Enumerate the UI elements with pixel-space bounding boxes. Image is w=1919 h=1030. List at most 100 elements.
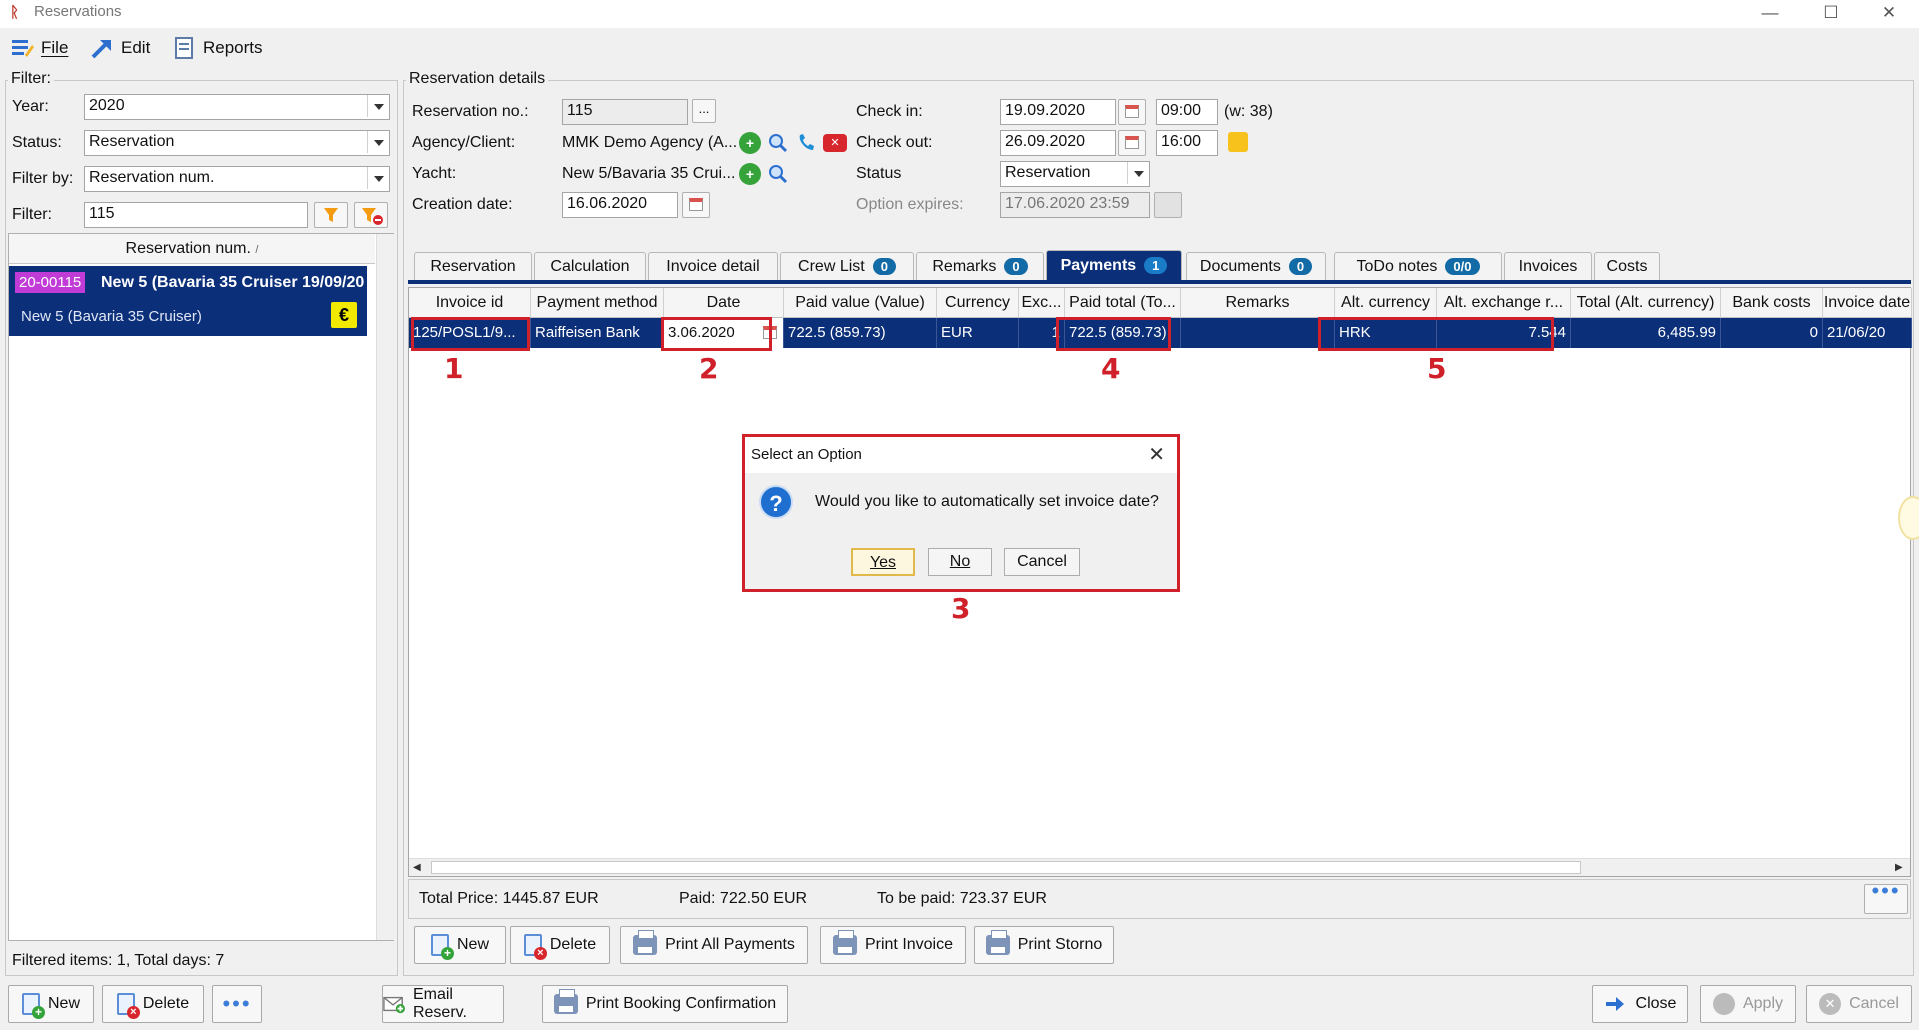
grid-hscrollbar[interactable]: ◀ ▶ [409, 858, 1910, 876]
reservation-list[interactable]: Reservation num. / 20-00115 New 5 (Bavar… [8, 233, 394, 941]
scroll-thumb[interactable] [431, 861, 1581, 874]
select-option-dialog: Select an Option ✕ ? Would you like to a… [742, 434, 1180, 592]
dialog-title: Select an Option ✕ [745, 437, 1177, 473]
year-select[interactable]: 2020 [84, 94, 390, 120]
dialog-close-icon[interactable]: ✕ [1148, 437, 1165, 473]
checkout-date-picker[interactable] [1118, 130, 1146, 156]
close-window-icon[interactable]: ✕ [1866, 0, 1912, 28]
status-detail-select[interactable]: Reservation [1000, 161, 1150, 187]
list-item[interactable]: 20-00115 New 5 (Bavaria 35 Cruiser 19/09… [9, 266, 367, 336]
menu-edit[interactable]: Edit [90, 37, 150, 59]
col-date[interactable]: Date [664, 288, 784, 318]
print-storno-button[interactable]: Print Storno [974, 926, 1114, 964]
search-agency-icon[interactable] [767, 132, 789, 159]
col-paid-total[interactable]: Paid total (To... [1065, 288, 1181, 318]
chevron-down-icon[interactable] [1127, 162, 1149, 184]
scroll-right-icon[interactable]: ▶ [1895, 862, 1903, 873]
checkin-time-field[interactable]: 09:00 [1156, 99, 1218, 125]
new-reservation-button[interactable]: + New [8, 985, 94, 1023]
col-alt-exchange-rate[interactable]: Alt. exchange r... [1437, 288, 1571, 318]
bottom-more-button[interactable]: ••• [212, 985, 262, 1023]
tab-todo-notes[interactable]: ToDo notes 0/0 [1334, 252, 1502, 280]
cell-currency[interactable]: EUR [937, 318, 1019, 348]
print-all-payments-button[interactable]: Print All Payments [620, 926, 808, 964]
tab-remarks[interactable]: Remarks 0 [916, 252, 1044, 280]
cell-remarks[interactable] [1181, 318, 1335, 348]
list-item-subtitle: New 5 (Bavaria 35 Cruiser) [21, 308, 202, 325]
cell-invoice-date[interactable]: 21/06/20 [1823, 318, 1912, 348]
tab-reservation[interactable]: Reservation [414, 252, 532, 280]
add-yacht-icon[interactable]: + [739, 163, 761, 185]
checkin-date-picker[interactable] [1118, 99, 1146, 125]
checkin-date-field[interactable]: 19.09.2020 [1000, 99, 1116, 125]
annotation-box-paid-total [1056, 317, 1171, 351]
filterby-select[interactable]: Reservation num. [84, 166, 390, 192]
tab-documents[interactable]: Documents 0 [1186, 252, 1326, 280]
col-invoice-date[interactable]: Invoice date [1823, 288, 1912, 318]
scroll-left-icon[interactable]: ◀ [413, 862, 421, 873]
payment-delete-button[interactable]: × Delete [510, 926, 610, 964]
cell-paid-value[interactable]: 722.5 (859.73) [784, 318, 937, 348]
filter-input[interactable]: 115 [84, 202, 308, 228]
note-icon[interactable] [1228, 132, 1248, 152]
dialog-cancel-button[interactable]: Cancel [1004, 548, 1080, 576]
menu-reports[interactable]: Reports [172, 37, 263, 59]
delete-reservation-button[interactable]: × Delete [102, 985, 204, 1023]
status-select[interactable]: Reservation [84, 130, 390, 156]
col-bank-costs[interactable]: Bank costs [1721, 288, 1823, 318]
col-total-alt-currency[interactable]: Total (Alt. currency) [1571, 288, 1721, 318]
totals-more-button[interactable]: ••• [1864, 880, 1908, 914]
tab-label: Documents [1199, 257, 1281, 275]
creation-date-picker[interactable] [682, 192, 710, 218]
apply-filter-button[interactable] [314, 202, 348, 228]
remove-agency-icon[interactable]: ✕ [823, 134, 847, 152]
apply-button[interactable]: Apply [1700, 985, 1796, 1023]
print-invoice-button[interactable]: Print Invoice [820, 926, 966, 964]
cancel-button[interactable]: ✕ Cancel [1806, 985, 1912, 1023]
list-scrollbar[interactable] [376, 234, 394, 940]
col-alt-currency[interactable]: Alt. currency [1335, 288, 1437, 318]
dialog-yes-button[interactable]: Yes [851, 548, 915, 576]
cell-bank-costs[interactable]: 0 [1721, 318, 1823, 348]
more-dots-icon: ••• [1871, 878, 1901, 903]
add-agency-icon[interactable]: + [739, 132, 761, 154]
payment-new-button[interactable]: + New [414, 926, 506, 964]
cell-total-alt-currency[interactable]: 6,485.99 [1571, 318, 1721, 348]
print-booking-confirmation-button[interactable]: Print Booking Confirmation [542, 985, 788, 1023]
phone-icon[interactable] [795, 132, 817, 159]
col-payment-method[interactable]: Payment method [531, 288, 664, 318]
email-reservation-button[interactable]: Email Reserv. [382, 985, 504, 1023]
cancel-icon: ✕ [1819, 993, 1842, 1015]
menu-file[interactable]: File [10, 37, 68, 59]
tab-costs[interactable]: Costs [1594, 252, 1660, 280]
col-invoice-id[interactable]: Invoice id [409, 288, 531, 318]
option-expires-field: 17.06.2020 23:59 [1000, 192, 1150, 218]
col-exchange[interactable]: Exc... [1019, 288, 1065, 318]
tab-payments[interactable]: Payments 1 [1046, 250, 1182, 280]
chevron-down-icon[interactable] [367, 95, 389, 117]
cell-payment-method[interactable]: Raiffeisen Bank [531, 318, 664, 348]
clear-filter-button[interactable] [354, 202, 388, 228]
button-label: Email Reserv. [412, 986, 467, 1021]
tab-crew-list[interactable]: Crew List 0 [780, 252, 914, 280]
tab-invoices[interactable]: Invoices [1504, 252, 1592, 280]
tab-invoice-detail[interactable]: Invoice detail [648, 252, 778, 280]
list-column-header[interactable]: Reservation num. / [9, 234, 375, 264]
minimize-icon[interactable]: — [1747, 0, 1793, 28]
checkout-date-field[interactable]: 26.09.2020 [1000, 130, 1116, 156]
chevron-down-icon[interactable] [367, 167, 389, 189]
creation-date-label: Creation date: [412, 196, 513, 213]
col-currency[interactable]: Currency [937, 288, 1019, 318]
tab-calculation[interactable]: Calculation [534, 252, 646, 280]
dialog-no-button[interactable]: No [928, 548, 992, 576]
close-button[interactable]: Close [1592, 985, 1688, 1023]
filterby-label: Filter by: [12, 170, 74, 187]
resno-browse-button[interactable]: ... [692, 99, 716, 123]
chevron-down-icon[interactable] [367, 131, 389, 153]
col-remarks[interactable]: Remarks [1181, 288, 1335, 318]
checkout-time-field[interactable]: 16:00 [1156, 130, 1218, 156]
search-yacht-icon[interactable] [767, 163, 789, 190]
maximize-icon[interactable]: ☐ [1808, 0, 1854, 28]
col-paid-value[interactable]: Paid value (Value) [784, 288, 937, 318]
creation-date-field[interactable]: 16.06.2020 [562, 192, 678, 218]
